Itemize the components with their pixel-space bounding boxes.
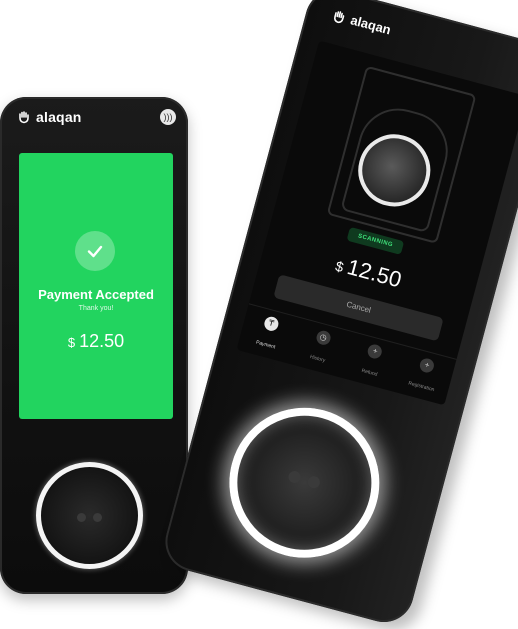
right-terminal: alaqan ))) SCANNING $12.50 Cancel ₸ Paym… [158,0,518,629]
sensor-lens [306,474,322,490]
payment-status-title: Payment Accepted [38,287,154,302]
palm-scanner-ring [212,390,397,575]
product-photo: alaqan ))) Payment Accepted Thank you! $… [0,0,518,629]
nav-item-refund[interactable]: + Refund [345,333,401,387]
currency-symbol: $ [333,257,346,276]
palm-scanner-ring [36,462,143,569]
brand-name: alaqan [36,109,82,125]
sensor-lens [287,469,302,485]
clock-icon: ◷ [314,329,332,347]
plus-icon: + [418,356,436,375]
payment-amount: $12.50 [19,331,173,352]
sensor-lens [93,513,102,522]
palm-icon [334,10,345,23]
amount-value: 12.50 [79,331,125,351]
plus-icon: + [366,343,384,361]
wallet-icon: ₸ [262,315,280,333]
sensor-lens [77,513,86,522]
currency-symbol: $ [67,335,76,350]
palm-icon [19,111,29,124]
brand-logo: alaqan [331,7,393,37]
amount-value: 12.50 [344,254,405,293]
contactless-icon: ))) [160,109,176,125]
nav-item-payment[interactable]: ₸ Payment [241,305,297,359]
payment-status-subtitle: Thank you! [78,305,114,312]
nav-label: Refund [360,367,378,378]
payment-screen: Payment Accepted Thank you! $12.50 [19,153,173,419]
nav-label: History [309,354,326,364]
left-terminal: alaqan ))) Payment Accepted Thank you! $… [0,97,188,594]
nav-item-registration[interactable]: + Registration [397,347,453,401]
brand-name: alaqan [348,12,393,38]
scanning-screen: SCANNING $12.50 Cancel ₸ Payment ◷ Histo… [236,40,518,406]
nav-label: Registration [407,380,435,394]
brand-logo: alaqan [17,107,82,127]
checkmark-icon [75,231,115,271]
nav-label: Payment [255,339,276,351]
nav-item-history[interactable]: ◷ History [293,319,349,373]
